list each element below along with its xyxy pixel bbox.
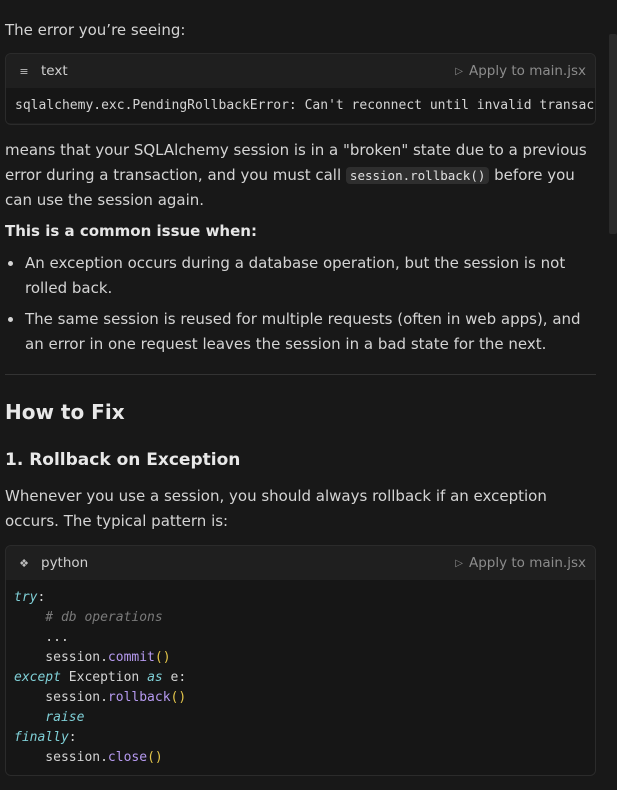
code-block-text: ≡ text ▷ Apply to main.jsx sqlalchemy.ex…	[5, 53, 596, 125]
code-keyword: raise	[14, 710, 85, 725]
code-keyword: try	[14, 590, 38, 605]
code-content[interactable]: sqlalchemy.exc.PendingRollbackError: Can…	[6, 88, 595, 123]
code-language-label: text	[41, 63, 68, 79]
code-block-python: ❖ python ▷ Apply to main.jsx try: # db o…	[5, 545, 596, 776]
code-block-header: ≡ text ▷ Apply to main.jsx	[6, 54, 595, 88]
play-icon: ▷	[455, 65, 463, 77]
code-content[interactable]: try: # db operations ... session.commit(…	[6, 580, 595, 775]
code-token: session.	[14, 750, 108, 765]
lines-icon: ≡	[19, 64, 29, 78]
apply-button[interactable]: ▷ Apply to main.jsx	[455, 555, 586, 571]
apply-label: Apply to main.jsx	[468, 63, 586, 79]
code-paren: ()	[154, 650, 171, 665]
list-item-text: The same session is reused for multiple …	[25, 310, 581, 353]
code-function: rollback	[107, 690, 171, 705]
bullet-list: An exception occurs during a database op…	[5, 251, 596, 363]
code-keyword: finally	[14, 730, 69, 745]
code-token: :	[37, 590, 46, 605]
code-language-label: python	[41, 555, 89, 571]
list-item: The same session is reused for multiple …	[5, 307, 596, 356]
apply-label: Apply to main.jsx	[468, 555, 586, 571]
common-issue-heading: This is a common issue when:	[5, 222, 257, 240]
inline-code: session.rollback()	[345, 166, 490, 184]
code-comment: # db operations	[14, 610, 163, 625]
code-paren: ()	[147, 750, 163, 765]
intro-text: The error you’re seeing:	[5, 21, 186, 39]
code-paren: ()	[170, 690, 187, 705]
code-token: session.	[14, 650, 108, 665]
code-function: close	[107, 750, 148, 765]
pattern-paragraph: Whenever you use a session, you should a…	[5, 487, 547, 530]
divider	[5, 374, 596, 375]
code-keyword: except	[14, 670, 61, 685]
code-token: Exception	[60, 670, 148, 685]
code-keyword: as	[147, 670, 163, 685]
explanation-paragraph: means that your SQLAlchemy session is in…	[5, 138, 596, 213]
apply-button[interactable]: ▷ Apply to main.jsx	[455, 63, 586, 79]
code-block-header: ❖ python ▷ Apply to main.jsx	[6, 546, 595, 580]
code-token: e:	[162, 670, 187, 685]
play-icon: ▷	[455, 557, 463, 569]
code-token: ...	[14, 630, 69, 645]
list-item: An exception occurs during a database op…	[5, 251, 596, 300]
code-token: :	[68, 730, 77, 745]
how-to-fix-heading: How to Fix	[5, 400, 125, 424]
bullet-icon	[8, 261, 13, 266]
python-icon: ❖	[19, 556, 29, 570]
code-function: commit	[107, 650, 155, 665]
section-heading: 1. Rollback on Exception	[5, 450, 241, 470]
code-token: session.	[14, 690, 108, 705]
scrollbar[interactable]	[609, 34, 617, 234]
bullet-icon	[8, 317, 13, 322]
list-item-text: An exception occurs during a database op…	[25, 254, 566, 297]
